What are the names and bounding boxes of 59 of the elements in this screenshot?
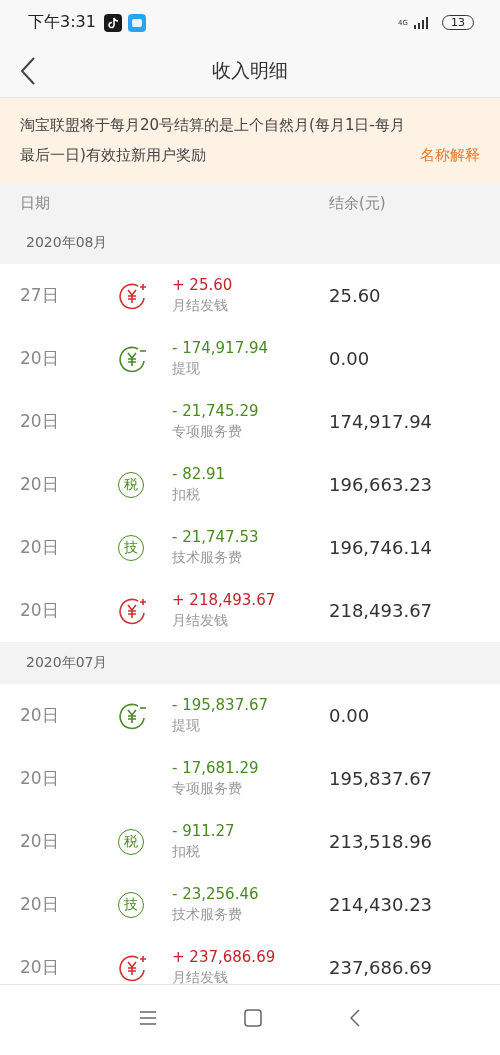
day-label: 20日	[19, 536, 60, 559]
day-label: 20日	[19, 893, 60, 916]
amount: - 17,681.29	[172, 759, 260, 777]
balance: 218,493.67	[329, 600, 433, 621]
balance: 214,430.23	[329, 894, 433, 915]
amount: - 195,837.67	[172, 696, 270, 714]
day-label: 27日	[19, 284, 60, 307]
notice-text: 淘宝联盟将于每月20号结算的是上个自然月(每月1日-每月最后一日)有效拉新用户奖励	[20, 115, 406, 166]
day-label: 20日	[19, 599, 60, 622]
terms-link[interactable]: 名称解释	[420, 140, 480, 170]
balance: 0.00	[329, 348, 370, 369]
amount: - 21,747.53	[172, 528, 260, 546]
description: 专项服务费	[172, 780, 243, 798]
amount: - 23,256.46	[172, 885, 260, 903]
description: 月结发钱	[172, 969, 229, 984]
description: 专项服务费	[172, 423, 243, 441]
menu-icon[interactable]	[140, 1011, 156, 1025]
day-label: 20日	[19, 410, 60, 433]
day-label: 20日	[19, 767, 60, 790]
month-label: 2020年08月	[26, 234, 108, 252]
back-icon[interactable]	[20, 56, 36, 86]
description: 技术服务费	[172, 549, 243, 567]
column-heading: 日期	[20, 193, 51, 213]
signal-icon	[414, 16, 430, 29]
description: 扣税	[172, 486, 201, 504]
amount: - 82.91	[172, 465, 227, 483]
description: 提现	[172, 360, 201, 378]
month-label: 2020年07月	[26, 654, 108, 672]
amount: - 21,745.29	[172, 402, 260, 420]
amount: - 174,917.94	[172, 339, 270, 357]
day-label: 20日	[19, 830, 60, 853]
home-icon[interactable]	[244, 1009, 262, 1027]
balance: 0.00	[329, 705, 370, 726]
balance: 213,518.96	[329, 831, 433, 852]
app-icon	[127, 13, 146, 32]
description: 月结发钱	[172, 297, 229, 315]
day-label: 20日	[19, 347, 60, 370]
balance: 174,917.94	[329, 411, 433, 432]
day-label: 20日	[19, 473, 60, 496]
day-label: 20日	[19, 956, 60, 979]
status-time: 下午3:31	[28, 12, 96, 33]
description: 技术服务费	[172, 906, 243, 924]
balance: 196,746.14	[329, 537, 433, 558]
day-label: 20日	[19, 704, 60, 727]
balance: 195,837.67	[329, 768, 433, 789]
description: 提现	[172, 717, 201, 735]
description: 月结发钱	[172, 612, 229, 630]
balance: 196,663.23	[329, 474, 433, 495]
balance: 25.60	[329, 285, 381, 306]
page-title: 收入明细	[212, 58, 288, 83]
amount: + 237,686.69	[172, 948, 277, 966]
balance: 237,686.69	[329, 957, 433, 978]
amount: + 218,493.67	[172, 591, 277, 609]
amount: + 25.60	[172, 276, 234, 294]
music-note-app-icon	[103, 13, 122, 32]
column-heading: 结余(元)	[329, 193, 386, 213]
back-icon[interactable]	[350, 1009, 360, 1027]
description: 扣税	[172, 843, 201, 861]
amount: - 911.27	[172, 822, 236, 840]
